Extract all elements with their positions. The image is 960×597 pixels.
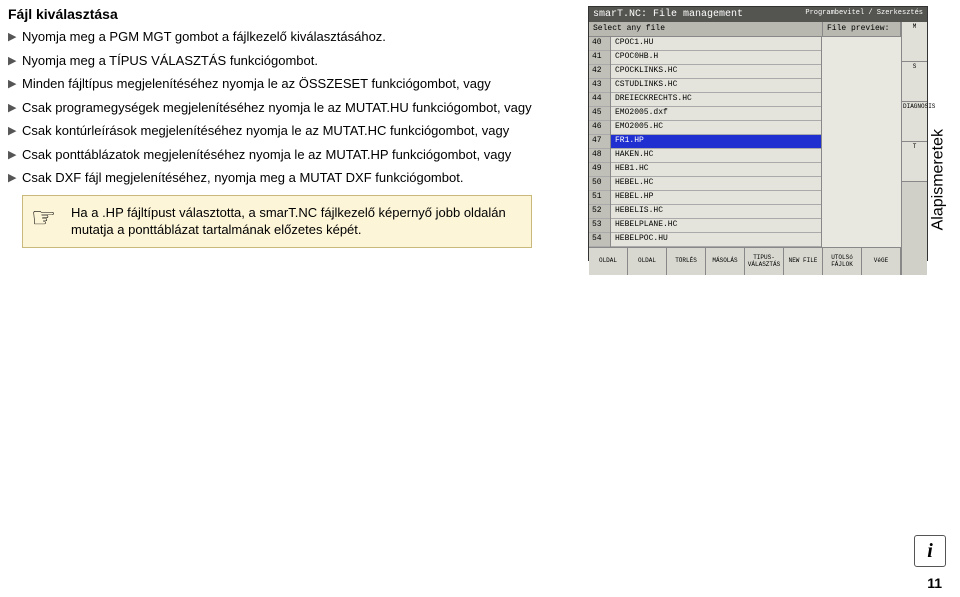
bullet-item: ▶ Nyomja meg a TÍPUS VÁLASZTÁS funkciógo… [8,52,570,70]
softkey-button[interactable]: VéGE [862,248,901,275]
file-row[interactable]: CPOC0HB.H [611,51,821,65]
screenshot-body: Select any file File preview: 4041424344… [589,22,927,275]
line-number: 45 [589,107,610,121]
file-header-row: Select any file File preview: [589,22,901,37]
info-icon: i [914,535,946,567]
line-number: 44 [589,93,610,107]
bullet-item: ▶ Csak DXF fájl megjelenítéséhez, nyomja… [8,169,570,187]
file-area: Select any file File preview: 4041424344… [589,22,901,275]
sidebar-button[interactable]: S [902,62,927,102]
softkey-button[interactable]: TIPUS-VÁLASZTÁS [745,248,784,275]
screenshot-titlebar: smarT.NC: File management Programbevitel… [589,7,927,22]
file-row[interactable]: CSTUDLINKS.HC [611,79,821,93]
triangle-icon: ▶ [8,28,22,45]
file-row[interactable]: CPOC1.HU [611,37,821,51]
file-row[interactable]: HEB1.HC [611,163,821,177]
line-number-column: 404142434445464748495051525354 [589,37,611,247]
file-name-column: CPOC1.HUCPOC0HB.HCPOCKLINKS.HCCSTUDLINKS… [611,37,821,247]
file-list: 404142434445464748495051525354 CPOC1.HUC… [589,37,901,247]
line-number: 49 [589,163,610,177]
softkey-button[interactable]: OLDAL [628,248,667,275]
line-number: 53 [589,219,610,233]
bullet-text: Minden fájltípus megjelenítéséhez nyomja… [22,75,570,93]
triangle-icon: ▶ [8,122,22,139]
file-row[interactable]: HEBEL.HC [611,177,821,191]
select-file-label: Select any file [589,22,823,36]
bullet-item: ▶ Csak ponttáblázatok megjelenítéséhez n… [8,146,570,164]
page-number: 11 [927,575,942,591]
triangle-icon: ▶ [8,52,22,69]
file-row[interactable]: CPOCKLINKS.HC [611,65,821,79]
softkey-button[interactable]: UTOLSó FÁJLOK [823,248,862,275]
bullet-text: Csak DXF fájl megjelenítéséhez, nyomja m… [22,169,570,187]
file-row[interactable]: EMO2005.dxf [611,107,821,121]
file-row[interactable]: HEBELPOC.HU [611,233,821,247]
bullet-text: Csak ponttáblázatok megjelenítéséhez nyo… [22,146,570,164]
right-sidebar: MSDIAGNOSIST [901,22,927,275]
triangle-icon: ▶ [8,99,22,116]
line-number: 48 [589,149,610,163]
softkey-button[interactable]: MÁSOLÁS [706,248,745,275]
bullet-item: ▶ Csak programegységek megjelenítéséhez … [8,99,570,117]
triangle-icon: ▶ [8,169,22,186]
file-row[interactable]: DREIECKRECHTS.HC [611,93,821,107]
softkey-button[interactable]: OLDAL [589,248,628,275]
bullet-item: ▶ Nyomja meg a PGM MGT gombot a fájlkeze… [8,28,570,46]
note-box: ☞ Ha a .HP fájltípust választotta, a sma… [22,195,532,248]
screenshot-title-left: smarT.NC: File management [593,9,743,20]
file-row[interactable]: FR1.HP [611,135,821,149]
document-page: Fájl kiválasztása ▶ Nyomja meg a PGM MGT… [0,0,960,261]
bullet-text: Nyomja meg a TÍPUS VÁLASZTÁS funkciógomb… [22,52,570,70]
pointing-hand-icon: ☞ [31,204,71,239]
file-preview-label: File preview: [823,22,901,36]
file-row[interactable]: HAKEN.HC [611,149,821,163]
bullet-item: ▶ Csak kontúrleírások megjelenítéséhez n… [8,122,570,140]
bullet-text: Csak programegységek megjelenítéséhez ny… [22,99,570,117]
line-number: 40 [589,37,610,51]
line-number: 52 [589,205,610,219]
file-row[interactable]: EMO2005.HC [611,121,821,135]
softkey-button[interactable]: TÖRLÉS [667,248,706,275]
file-preview-panel [821,37,901,247]
screenshot-title-right: Programbevitel / Szerkesztés [805,9,923,20]
bullet-text: Nyomja meg a PGM MGT gombot a fájlkezelő… [22,28,570,46]
line-number: 46 [589,121,610,135]
screenshot-column: smarT.NC: File management Programbevitel… [588,6,928,261]
file-row[interactable]: HEBELIS.HC [611,205,821,219]
chapter-side-label: Alapismeretek [929,129,947,230]
sidebar-button[interactable]: DIAGNOSIS [902,102,927,142]
line-number: 51 [589,191,610,205]
bullet-text: Csak kontúrleírások megjelenítéséhez nyo… [22,122,570,140]
cnc-screenshot: smarT.NC: File management Programbevitel… [588,6,928,261]
softkey-row: OLDALOLDALTÖRLÉSMÁSOLÁSTIPUS-VÁLASZTÁSNE… [589,247,901,275]
bullet-item: ▶ Minden fájltípus megjelenítéséhez nyom… [8,75,570,93]
softkey-button[interactable]: NEW FILE [784,248,823,275]
line-number: 47 [589,135,610,149]
note-text: Ha a .HP fájltípust választotta, a smarT… [71,204,521,239]
instructions-column: Fájl kiválasztása ▶ Nyomja meg a PGM MGT… [8,6,588,261]
section-title: Fájl kiválasztása [8,6,570,22]
triangle-icon: ▶ [8,75,22,92]
file-row[interactable]: HEBEL.HP [611,191,821,205]
file-row[interactable]: HEBELPLANE.HC [611,219,821,233]
sidebar-button[interactable]: T [902,142,927,182]
line-number: 42 [589,65,610,79]
line-number: 43 [589,79,610,93]
line-number: 54 [589,233,610,247]
sidebar-button[interactable]: M [902,22,927,62]
line-number: 50 [589,177,610,191]
line-number: 41 [589,51,610,65]
triangle-icon: ▶ [8,146,22,163]
